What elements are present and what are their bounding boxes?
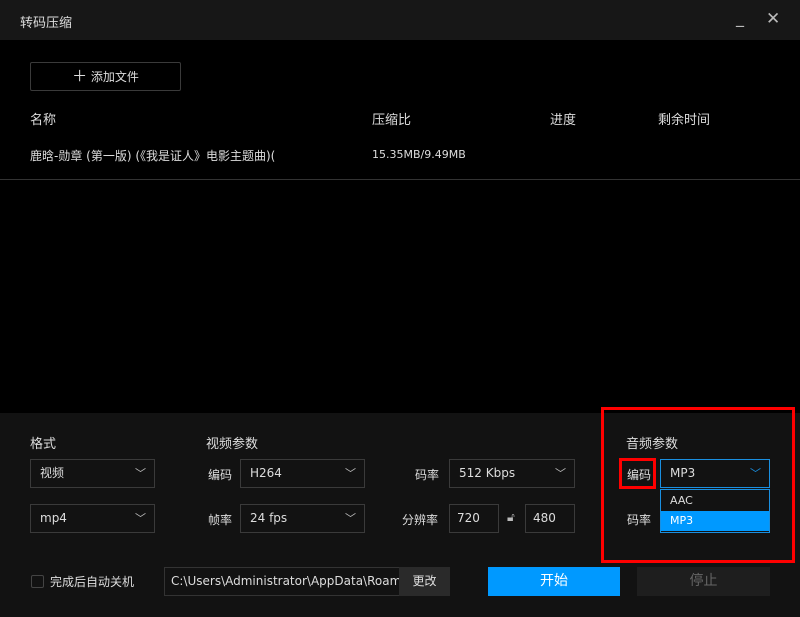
audio-codec-dropdown: AAC MP3 [660, 489, 770, 533]
format-title: 格式 [30, 437, 57, 452]
header-remaining: 剩余时间 [658, 113, 711, 128]
chevron-down-icon: ﹀ [555, 467, 566, 480]
close-icon[interactable]: ✕ [766, 9, 780, 29]
start-button[interactable]: 开始 [488, 567, 620, 596]
video-bitrate-select[interactable]: 512 Kbps ﹀ [449, 459, 575, 488]
video-codec-select[interactable]: H264 ﹀ [240, 459, 365, 488]
chevron-down-icon: ﹀ [345, 467, 356, 480]
add-file-label: 添加文件 [90, 70, 139, 84]
chevron-down-icon: ﹀ [135, 512, 146, 525]
video-title: 视频参数 [206, 437, 259, 452]
header-name: 名称 [30, 113, 57, 128]
chevron-down-icon: ﹀ [750, 467, 761, 480]
option-mp3[interactable]: MP3 [661, 511, 769, 531]
header-ratio: 压缩比 [372, 113, 412, 128]
minimize-icon[interactable]: _ [736, 8, 744, 27]
shutdown-checkbox[interactable] [31, 575, 44, 588]
change-path-button[interactable]: 更改 [399, 567, 450, 596]
resolution-label: 分辨率 [402, 513, 439, 527]
add-file-button[interactable]: ＋ 添加文件 [30, 62, 181, 91]
header-progress: 进度 [550, 113, 577, 128]
video-bitrate-label: 码率 [415, 468, 440, 482]
plus-icon: ＋ [72, 67, 88, 85]
table-row[interactable]: 鹿晗-勋章 (第一版) (《我是证人》电影主题曲)( 15.35MB/9.49M… [0, 138, 800, 180]
stop-button[interactable]: 停止 [637, 567, 770, 596]
file-name: 鹿晗-勋章 (第一版) (《我是证人》电影主题曲)( [30, 149, 276, 163]
chevron-down-icon: ﹀ [135, 467, 146, 480]
fps-label: 帧率 [208, 513, 233, 527]
lock-icon[interactable]: 🔓︎ [507, 510, 515, 525]
window-title: 转码压缩 [20, 16, 73, 31]
width-input[interactable]: 720 [449, 504, 499, 533]
chevron-down-icon: ﹀ [345, 512, 356, 525]
fps-select[interactable]: 24 fps ﹀ [240, 504, 365, 533]
height-input[interactable]: 480 [525, 504, 575, 533]
audio-codec-label: 编码 [627, 468, 652, 482]
shutdown-label: 完成后自动关机 [50, 575, 135, 589]
container-select[interactable]: mp4 ﹀ [30, 504, 155, 533]
audio-bitrate-label: 码率 [627, 513, 652, 527]
format-type-select[interactable]: 视频 ﹀ [30, 459, 155, 488]
video-codec-label: 编码 [208, 468, 233, 482]
title-bar: 转码压缩 _ ✕ [0, 0, 800, 40]
audio-codec-select[interactable]: MP3 ﹀ [660, 459, 770, 488]
option-aac[interactable]: AAC [661, 490, 769, 511]
output-path-input[interactable]: C:\Users\Administrator\AppData\Roaming [164, 567, 400, 596]
file-ratio: 15.35MB/9.49MB [372, 148, 466, 161]
